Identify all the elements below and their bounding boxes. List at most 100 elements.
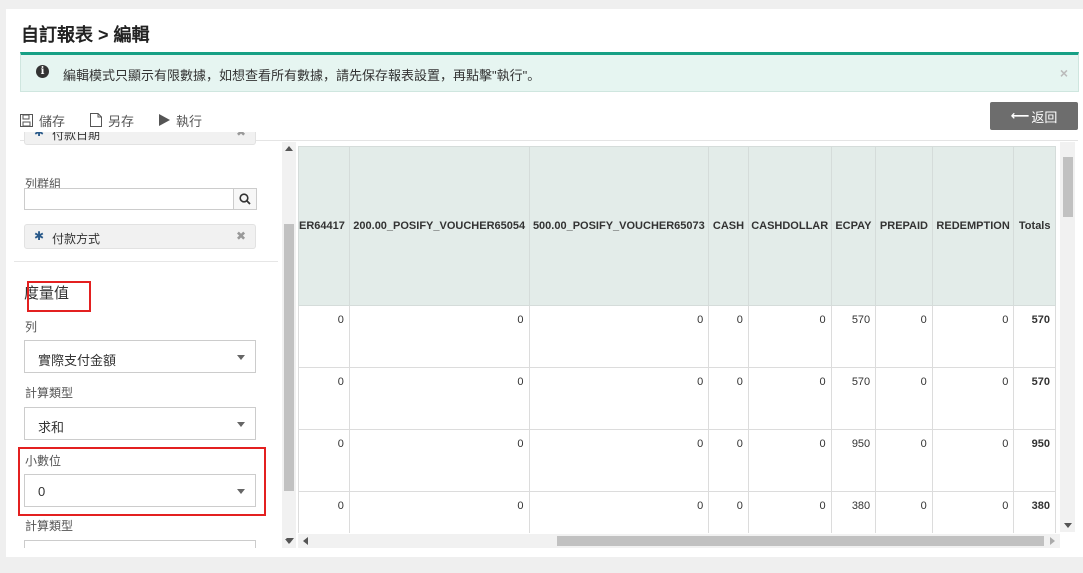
table-row: 0 0 0 0 0 380 0 0 380 xyxy=(298,491,1056,533)
search-icon xyxy=(239,193,251,205)
table-cell: 0 xyxy=(708,491,749,533)
table-cell: 0 xyxy=(931,367,1015,430)
table-cell: 0 xyxy=(298,491,350,533)
scroll-down-icon[interactable] xyxy=(286,538,294,543)
column-header[interactable]: CASHDOLLAR xyxy=(747,146,832,306)
column-header[interactable]: ECPAY xyxy=(830,146,877,306)
alert-message: 編輯模式只顯示有限數據，如想查看所有數據，請先保存報表設置，再點擊"執行"。 xyxy=(63,68,541,83)
table-row: 0 0 0 0 0 570 0 0 570 xyxy=(298,305,1056,368)
column-header[interactable]: PREPAID xyxy=(875,146,933,306)
table-cell: 0 xyxy=(348,305,530,368)
calc-type-label: 計算類型 xyxy=(25,386,74,400)
scroll-down-icon[interactable] xyxy=(1064,523,1072,528)
info-icon: i xyxy=(36,65,49,78)
save-button[interactable]: 儲存 xyxy=(20,111,65,130)
scroll-left-icon[interactable] xyxy=(303,537,308,545)
table-cell: 0 xyxy=(875,305,933,368)
save-as-button[interactable]: 另存 xyxy=(90,111,134,130)
save-as-label: 另存 xyxy=(108,113,135,129)
column-header[interactable]: CASH xyxy=(708,146,749,306)
tag-label: 付款日期 xyxy=(52,132,101,142)
sidebar: ✱ 付款日期 ✖ 列群組 ✱ 付款方式 ✖ 度量值 列 實際支付金額 計算類型 … xyxy=(14,132,278,548)
table-horizontal-scrollbar[interactable] xyxy=(298,534,1060,548)
total-cell: 570 xyxy=(1013,367,1056,430)
column-value: 實際支付金額 xyxy=(38,353,117,368)
alert-close-icon[interactable]: × xyxy=(1060,65,1068,81)
table-cell: 0 xyxy=(931,491,1015,533)
tag-payment-method: ✱ 付款方式 ✖ xyxy=(24,224,256,249)
sidebar-scrollbar[interactable] xyxy=(282,142,296,548)
run-label: 執行 xyxy=(176,113,203,129)
total-cell: 950 xyxy=(1013,429,1056,492)
calc-type-select[interactable]: 求和 xyxy=(24,407,256,440)
table-cell: 0 xyxy=(298,305,350,368)
table-cell: 0 xyxy=(931,429,1015,492)
remove-icon[interactable]: ✖ xyxy=(236,132,246,139)
decimal-label: 小數位 xyxy=(25,454,62,468)
table-cell: 0 xyxy=(875,367,933,430)
calc-type-select-2[interactable] xyxy=(24,540,256,548)
scrollbar-thumb[interactable] xyxy=(557,536,1044,546)
table-cell: 0 xyxy=(528,305,710,368)
scroll-right-icon[interactable] xyxy=(1050,537,1055,545)
play-icon xyxy=(159,114,171,126)
table-header-row: ER64417 200.00_POSIFY_VOUCHER65054 500.0… xyxy=(298,146,1056,306)
column-header[interactable]: Totals xyxy=(1013,146,1056,306)
table-cell: 0 xyxy=(708,367,749,430)
scrollbar-thumb[interactable] xyxy=(1063,157,1073,217)
pivot-table-viewport: ER64417 200.00_POSIFY_VOUCHER65054 500.0… xyxy=(298,146,1056,533)
table-cell: 0 xyxy=(747,367,832,430)
caret-down-icon xyxy=(237,355,245,360)
table-vertical-scrollbar[interactable] xyxy=(1060,142,1075,532)
run-button[interactable]: 執行 xyxy=(159,111,202,130)
caret-down-icon xyxy=(237,489,245,494)
remove-icon[interactable]: ✖ xyxy=(236,229,246,243)
table-cell: 0 xyxy=(348,429,530,492)
back-button[interactable]: ⟵ 返回 xyxy=(990,102,1078,130)
column-header[interactable]: REDEMPTION xyxy=(931,146,1015,306)
floppy-icon xyxy=(20,113,33,127)
info-alert: i 編輯模式只顯示有限數據，如想查看所有數據，請先保存報表設置，再點擊"執行"。… xyxy=(20,52,1079,92)
table-cell: 0 xyxy=(528,491,710,533)
scrollbar-thumb[interactable] xyxy=(284,224,294,491)
table-cell: 380 xyxy=(830,491,877,533)
table-cell: 0 xyxy=(298,367,350,430)
column-header[interactable]: 200.00_POSIFY_VOUCHER65054 xyxy=(348,146,530,306)
table-cell: 0 xyxy=(875,491,933,533)
highlight-box xyxy=(27,281,91,312)
table-cell: 0 xyxy=(708,429,749,492)
column-label: 列 xyxy=(25,320,38,334)
caret-down-icon xyxy=(237,422,245,427)
table-cell: 0 xyxy=(348,491,530,533)
table-cell: 0 xyxy=(298,429,350,492)
cog-icon: ✱ xyxy=(34,229,45,243)
toolbar: 儲存 另存 執行 xyxy=(20,109,227,131)
calc-type-value: 求和 xyxy=(38,420,65,435)
scroll-up-icon[interactable] xyxy=(285,146,293,151)
column-header[interactable]: ER64417 xyxy=(298,146,350,306)
tag-label: 付款方式 xyxy=(52,232,101,246)
column-select[interactable]: 實際支付金額 xyxy=(24,340,256,373)
table-cell: 950 xyxy=(830,429,877,492)
table-cell: 0 xyxy=(875,429,933,492)
table-cell: 570 xyxy=(830,305,877,368)
file-icon xyxy=(90,113,103,127)
page-title: 自訂報表 > 編輯 xyxy=(21,25,150,45)
tag-payment-date: ✱ 付款日期 ✖ xyxy=(24,132,256,145)
calc-type-label-2: 計算類型 xyxy=(25,519,74,533)
divider xyxy=(14,261,278,262)
search-button[interactable] xyxy=(233,188,257,210)
total-cell: 380 xyxy=(1013,491,1056,533)
table-cell: 0 xyxy=(528,367,710,430)
save-label: 儲存 xyxy=(39,113,66,129)
column-header[interactable]: 500.00_POSIFY_VOUCHER65073 xyxy=(528,146,710,306)
total-cell: 570 xyxy=(1013,305,1056,368)
table-cell: 0 xyxy=(747,429,832,492)
row-group-search-input[interactable] xyxy=(24,188,234,210)
table-cell: 0 xyxy=(528,429,710,492)
decimal-select[interactable]: 0 xyxy=(24,474,256,507)
cog-icon: ✱ xyxy=(34,132,45,139)
table-row: 0 0 0 0 0 570 0 0 570 xyxy=(298,367,1056,430)
table-cell: 570 xyxy=(830,367,877,430)
table-cell: 0 xyxy=(708,305,749,368)
